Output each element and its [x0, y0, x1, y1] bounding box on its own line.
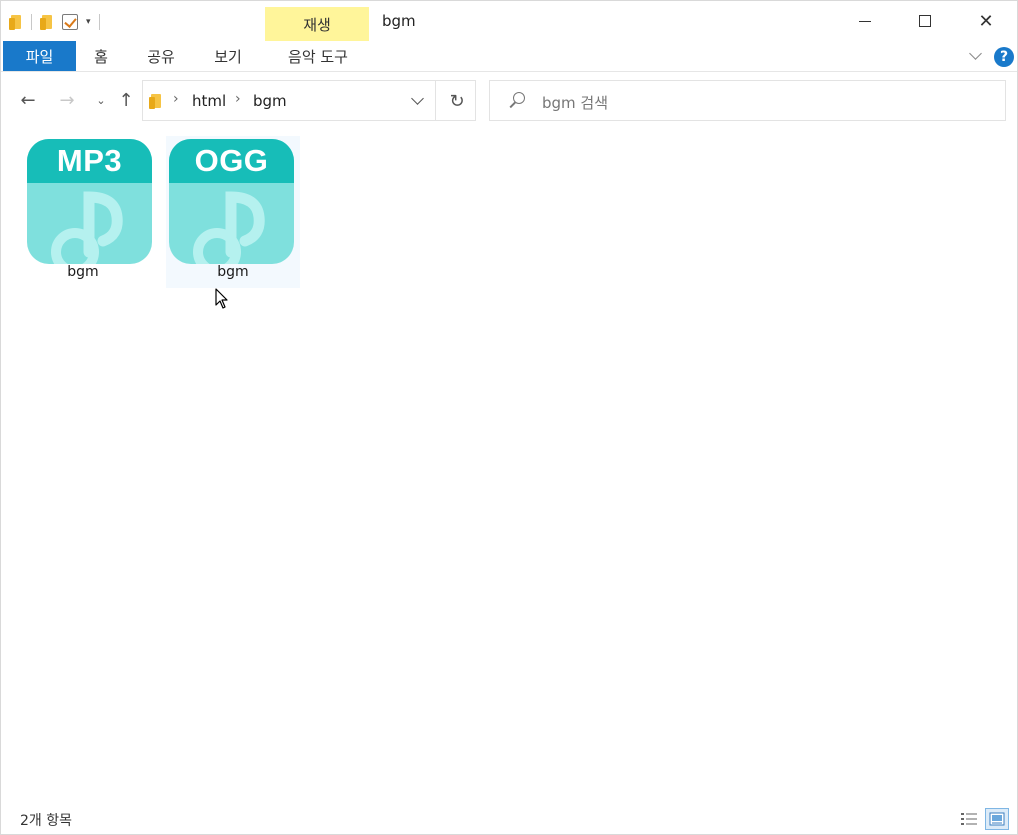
recent-locations-button[interactable]: ⌄: [89, 88, 113, 112]
file-list: MP3 bgm OGG bgm: [1, 128, 1017, 798]
address-bar[interactable]: › html › bgm ↻: [142, 80, 476, 121]
toolbar-separator: [31, 14, 32, 30]
status-bar: 2개 항목: [1, 798, 1017, 834]
search-box[interactable]: bgm 검색: [489, 80, 1006, 121]
breadcrumb-html[interactable]: html: [192, 92, 226, 110]
music-file-icon: OGG: [169, 139, 294, 264]
toolbar-separator: [98, 14, 100, 30]
quick-access-toolbar: ▾: [9, 10, 100, 34]
file-explorer-window: ▾ 재생 bgm ✕ 파일 홈 공유 보기 음악 도구 ? ← → ⌄ ↑ › …: [0, 0, 1018, 835]
maximize-button[interactable]: [895, 1, 955, 41]
large-icons-view-button[interactable]: [985, 808, 1009, 830]
forward-button[interactable]: →: [55, 88, 79, 112]
folder-icon: [149, 93, 163, 109]
tab-music-tools[interactable]: 음악 도구: [269, 41, 367, 71]
tab-view[interactable]: 보기: [201, 41, 255, 71]
tab-share[interactable]: 공유: [134, 41, 188, 71]
window-title: bgm: [382, 12, 416, 30]
music-note-icon: [193, 191, 265, 264]
music-note-icon: [51, 191, 123, 264]
file-item-ogg[interactable]: OGG bgm: [166, 136, 300, 288]
address-divider: [435, 81, 436, 120]
minimize-button[interactable]: [835, 1, 895, 41]
navigation-bar: ← → ⌄ ↑ › html › bgm ↻ bgm 검색: [1, 72, 1017, 128]
large-icons-view-icon: [989, 812, 1005, 826]
breadcrumb-separator-icon[interactable]: ›: [173, 91, 179, 107]
music-file-icon: MP3: [27, 139, 152, 264]
item-count: 2개 항목: [20, 813, 72, 829]
up-button[interactable]: ↑: [114, 88, 138, 112]
address-history-dropdown-icon[interactable]: [411, 94, 425, 108]
context-tab-header: 재생: [265, 7, 369, 41]
tab-file[interactable]: 파일: [3, 41, 76, 71]
maximize-icon: [919, 15, 931, 27]
breadcrumb-bgm[interactable]: bgm: [253, 92, 287, 110]
expand-ribbon-icon[interactable]: [969, 49, 983, 63]
close-icon: ✕: [978, 10, 994, 32]
minimize-icon: [859, 20, 871, 22]
details-view-button[interactable]: [957, 808, 981, 830]
back-button[interactable]: ←: [16, 88, 40, 112]
arrow-up-icon: ↑: [118, 89, 134, 111]
title-bar: ▾ 재생 bgm ✕: [1, 1, 1017, 41]
file-item-mp3[interactable]: MP3 bgm: [16, 136, 152, 288]
arrow-left-icon: ←: [20, 89, 36, 111]
chevron-down-icon: ⌄: [96, 93, 106, 107]
ribbon-tabs: 파일 홈 공유 보기 음악 도구 ?: [1, 41, 1017, 72]
details-view-icon: [961, 813, 977, 825]
help-icon[interactable]: ?: [994, 47, 1014, 67]
refresh-icon[interactable]: ↻: [445, 89, 469, 113]
folder-icon[interactable]: [9, 14, 23, 30]
arrow-right-icon: →: [59, 89, 75, 111]
file-name: bgm: [217, 264, 249, 280]
customize-toolbar-dropdown-icon[interactable]: ▾: [86, 17, 91, 27]
properties-icon[interactable]: [62, 14, 78, 30]
search-input[interactable]: bgm 검색: [542, 92, 608, 113]
search-icon: [508, 92, 525, 110]
close-button[interactable]: ✕: [956, 1, 1016, 41]
breadcrumb-separator-icon[interactable]: ›: [235, 91, 241, 107]
file-name: bgm: [67, 264, 99, 280]
new-folder-icon[interactable]: [40, 14, 54, 30]
tab-home[interactable]: 홈: [81, 41, 121, 71]
mouse-pointer-icon: [215, 288, 228, 309]
